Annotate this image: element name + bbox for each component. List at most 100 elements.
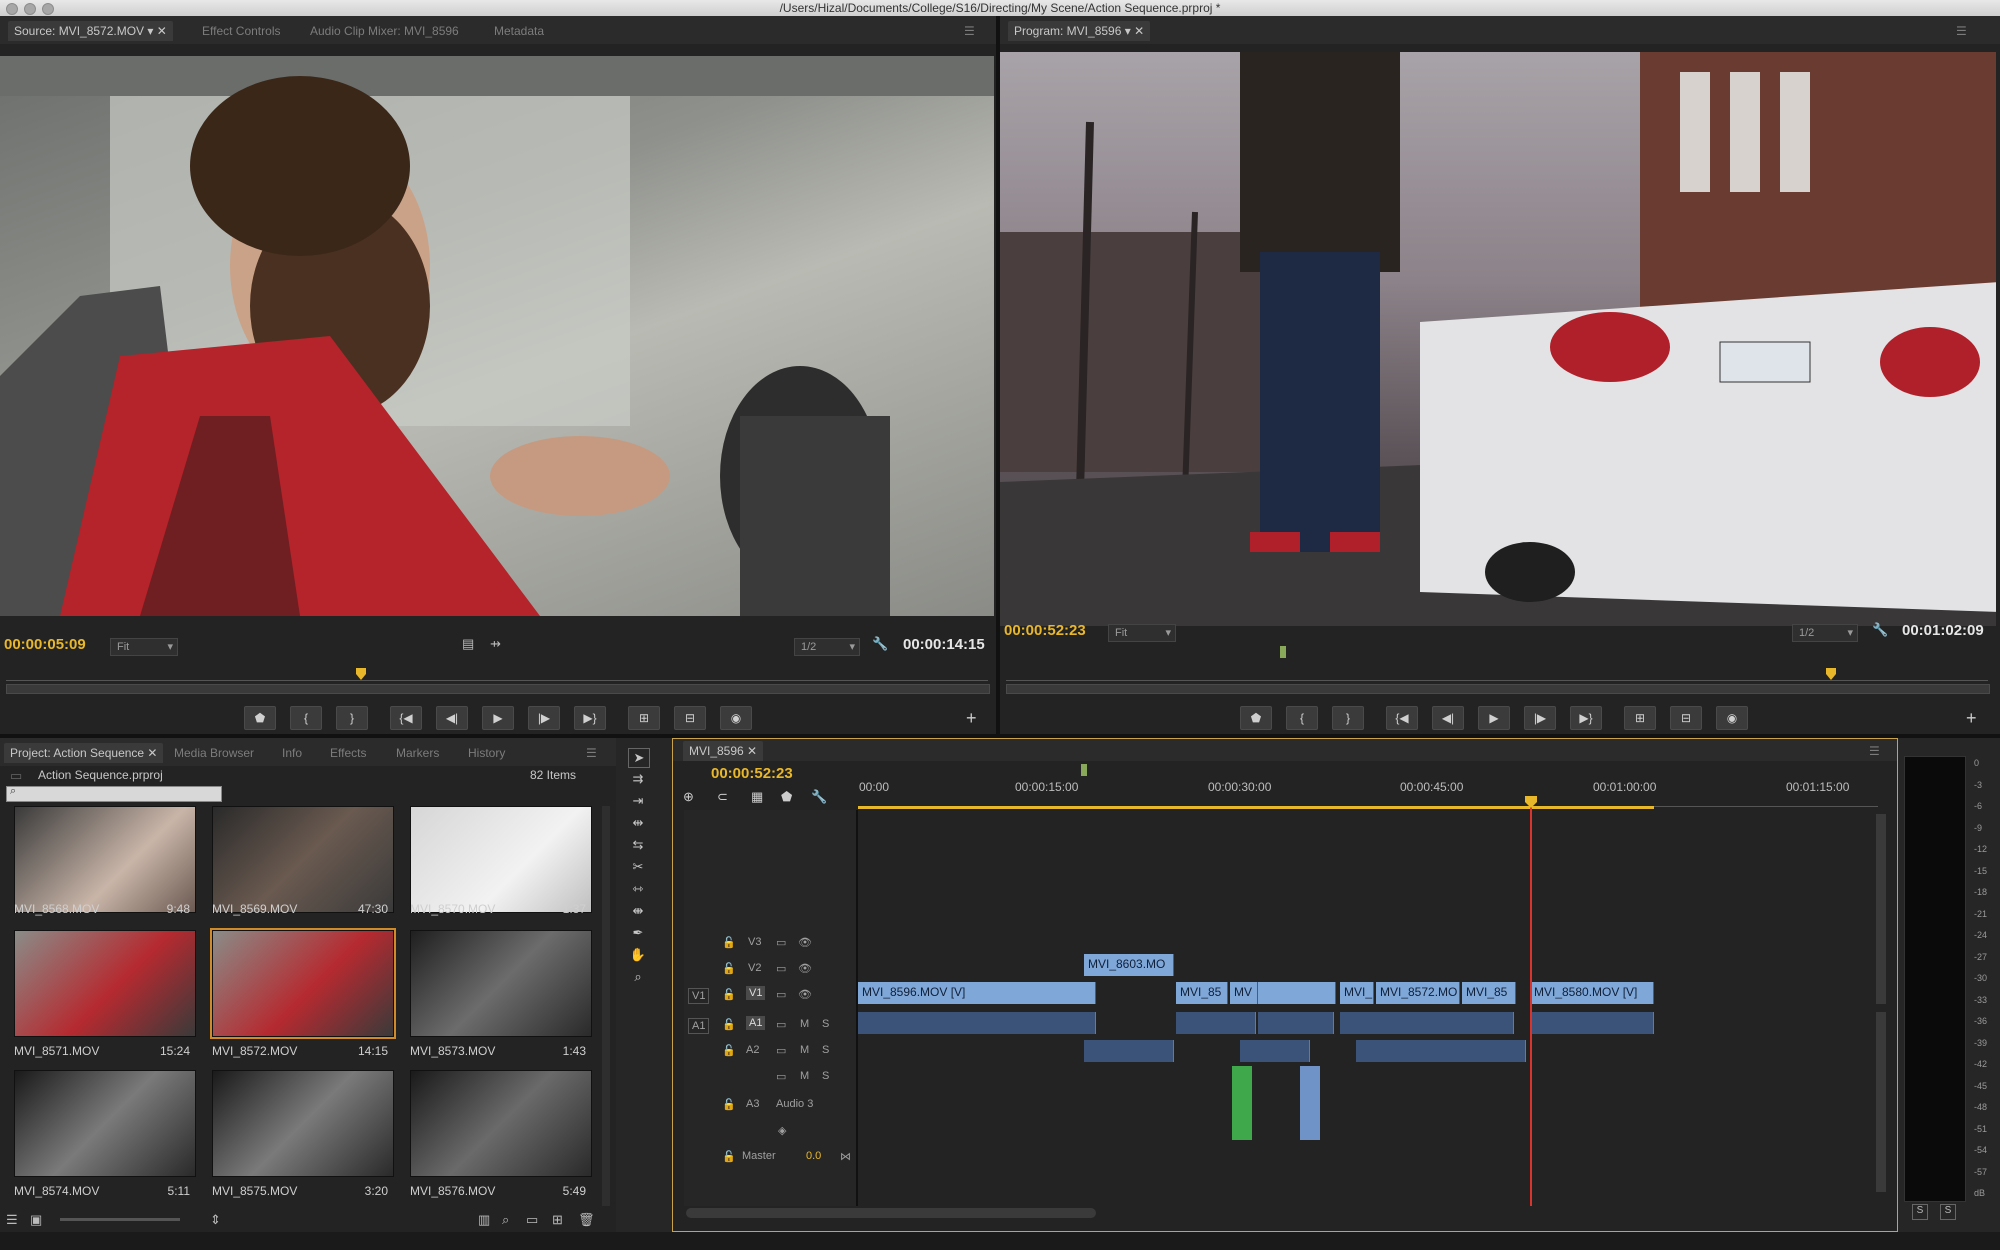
automate-to-sequence-icon[interactable]: ▥ xyxy=(478,1212,490,1228)
new-item-icon[interactable]: ⊞ xyxy=(552,1212,563,1228)
program-panel-menu-icon[interactable]: ☰ xyxy=(1950,21,1973,41)
razor-tool-icon[interactable]: ✂ xyxy=(628,858,648,876)
snap-icon[interactable]: ⊕ xyxy=(683,789,694,805)
play-button[interactable]: ▶ xyxy=(482,706,514,730)
program-current-timecode[interactable]: 00:00:52:23 xyxy=(1004,622,1086,639)
mark-out-button[interactable]: } xyxy=(336,706,368,730)
tab-metadata[interactable]: Metadata xyxy=(488,21,550,41)
clip-a3-blue[interactable] xyxy=(1300,1066,1320,1140)
video-tracks-scrollbar[interactable] xyxy=(1876,814,1886,1004)
v1-source-patch[interactable]: V1 xyxy=(688,988,710,1004)
source-zoom-select[interactable]: Fit ▾ xyxy=(110,638,178,656)
sequence-in-marker[interactable] xyxy=(1081,764,1087,776)
a1-lock-icon[interactable]: 🔓 xyxy=(722,1018,736,1031)
a1-sync-icon[interactable]: ▭ xyxy=(776,1018,786,1031)
clip-v1-mvi-8580[interactable]: MVI_8580.MOV [V] xyxy=(1530,982,1654,1004)
v2-track-name[interactable]: V2 xyxy=(748,962,761,974)
a3-sync-icon[interactable]: ▭ xyxy=(776,1070,786,1083)
clip-a2-3[interactable] xyxy=(1356,1040,1526,1062)
tab-audio-clip-mixer[interactable]: Audio Clip Mixer: MVI_8596 xyxy=(304,21,465,41)
clip-a1-3[interactable] xyxy=(1258,1012,1334,1034)
go-to-out-button[interactable]: ▶} xyxy=(574,706,606,730)
a1-mute-button[interactable]: M xyxy=(800,1018,809,1030)
clip-a1-2[interactable] xyxy=(1176,1012,1256,1034)
extract-button[interactable]: ⊟ xyxy=(1670,706,1702,730)
tab-info[interactable]: Info xyxy=(276,743,308,763)
program-mark-in-button[interactable]: { xyxy=(1286,706,1318,730)
a3-track-name[interactable]: A3 xyxy=(746,1098,759,1110)
tab-effect-controls[interactable]: Effect Controls xyxy=(196,21,286,41)
a3-solo-button[interactable]: S xyxy=(822,1070,829,1082)
clip-v1-mvi-85-b[interactable]: MVI_85 xyxy=(1462,982,1516,1004)
program-zoom-scrollbar[interactable] xyxy=(1006,684,1990,694)
work-area-bar[interactable] xyxy=(858,806,1654,809)
clip-a1-5[interactable] xyxy=(1530,1012,1654,1034)
thumbnail-zoom-slider[interactable] xyxy=(60,1218,180,1221)
clip-thumbnail-7[interactable] xyxy=(14,1070,196,1177)
clip-thumbnail-5-selected[interactable] xyxy=(210,928,396,1039)
a1-solo-button[interactable]: S xyxy=(822,1018,829,1030)
clip-thumbnail-3[interactable] xyxy=(410,806,592,913)
trash-icon[interactable]: 🗑 xyxy=(578,1212,595,1228)
v2-eye-icon[interactable]: 👁 xyxy=(798,962,812,975)
add-marker-timeline-icon[interactable]: ▦ xyxy=(751,789,763,805)
tab-markers[interactable]: Markers xyxy=(390,743,445,763)
slide-tool-icon[interactable]: ⇼ xyxy=(628,902,648,920)
source-resolution-select[interactable]: 1/2 ▾ xyxy=(794,638,860,656)
linked-selection-icon[interactable]: ⊂ xyxy=(717,789,728,805)
program-go-to-out-button[interactable]: ▶} xyxy=(1570,706,1602,730)
source-zoom-scrollbar[interactable] xyxy=(6,684,990,694)
clip-thumbnail-8[interactable] xyxy=(212,1070,394,1177)
insert-button[interactable]: ⊞ xyxy=(628,706,660,730)
a1-track-name[interactable]: A1 xyxy=(746,1016,766,1030)
source-button-editor-icon[interactable]: + xyxy=(966,708,977,729)
tab-source[interactable]: Source: MVI_8572.MOV ▾ ✕ xyxy=(8,21,173,41)
meter-solo-left[interactable]: S xyxy=(1912,1204,1928,1220)
export-frame-button[interactable]: ◉ xyxy=(720,706,752,730)
a3-mute-button[interactable]: M xyxy=(800,1070,809,1082)
clip-v1-mvi-8596[interactable]: MVI_8596.MOV [V] xyxy=(858,982,1096,1004)
a3-keyframe-icon[interactable]: ◈ xyxy=(778,1124,786,1137)
rate-stretch-tool-icon[interactable]: ⇆ xyxy=(628,836,648,854)
program-in-marker[interactable] xyxy=(1280,646,1286,658)
a2-lock-icon[interactable]: 🔓 xyxy=(722,1044,736,1057)
clip-a2-2[interactable] xyxy=(1240,1040,1310,1062)
project-search-input[interactable]: ⌕ xyxy=(6,785,222,802)
marker-icon[interactable]: ⬟ xyxy=(781,789,792,805)
program-export-frame-button[interactable]: ◉ xyxy=(1716,706,1748,730)
master-volume-value[interactable]: 0.0 xyxy=(806,1150,821,1162)
clip-a2-1[interactable] xyxy=(1084,1040,1174,1062)
selection-tool-icon[interactable]: ➤ xyxy=(628,748,650,768)
v1-sync-icon[interactable]: ▭ xyxy=(776,988,786,1001)
clip-thumbnail-2[interactable] xyxy=(212,806,394,913)
panel-menu-icon[interactable]: ☰ xyxy=(958,21,981,41)
v3-eye-icon[interactable]: 👁 xyxy=(798,936,812,949)
a2-solo-button[interactable]: S xyxy=(822,1044,829,1056)
clip-thumbnail-6[interactable] xyxy=(410,930,592,1037)
clip-thumbnail-1[interactable] xyxy=(14,806,196,913)
program-zoom-select[interactable]: Fit ▾ xyxy=(1108,624,1176,642)
v2-sync-icon[interactable]: ▭ xyxy=(776,962,786,975)
zoom-tool-icon[interactable]: ⌕ xyxy=(628,968,648,986)
a2-mute-button[interactable]: M xyxy=(800,1044,809,1056)
tab-sequence[interactable]: MVI_8596 ✕ xyxy=(683,741,764,761)
icon-view-icon[interactable]: ▣ xyxy=(30,1212,42,1228)
program-settings-wrench-icon[interactable]: 🔧 xyxy=(1872,622,1888,638)
v3-track-name[interactable]: V3 xyxy=(748,936,761,948)
step-back-button[interactable]: ◀| xyxy=(436,706,468,730)
program-button-editor-icon[interactable]: + xyxy=(1966,708,1977,729)
program-play-button[interactable]: ▶ xyxy=(1478,706,1510,730)
master-lock-icon[interactable]: 🔓 xyxy=(722,1150,736,1163)
program-time-ruler[interactable] xyxy=(1006,666,1988,681)
program-mark-out-button[interactable]: } xyxy=(1332,706,1364,730)
step-forward-button[interactable]: |▶ xyxy=(528,706,560,730)
sort-icon[interactable]: ⇕ xyxy=(210,1212,221,1228)
clip-a1-4[interactable] xyxy=(1340,1012,1514,1034)
a1-source-patch[interactable]: A1 xyxy=(688,1018,710,1034)
tab-effects[interactable]: Effects xyxy=(324,743,372,763)
a2-sync-icon[interactable]: ▭ xyxy=(776,1044,786,1057)
timeline-playhead[interactable] xyxy=(1530,798,1532,1206)
tab-project[interactable]: Project: Action Sequence ✕ xyxy=(4,743,164,763)
v1-eye-icon[interactable]: 👁 xyxy=(798,988,812,1001)
ripple-edit-tool-icon[interactable]: ⇥ xyxy=(628,792,648,810)
